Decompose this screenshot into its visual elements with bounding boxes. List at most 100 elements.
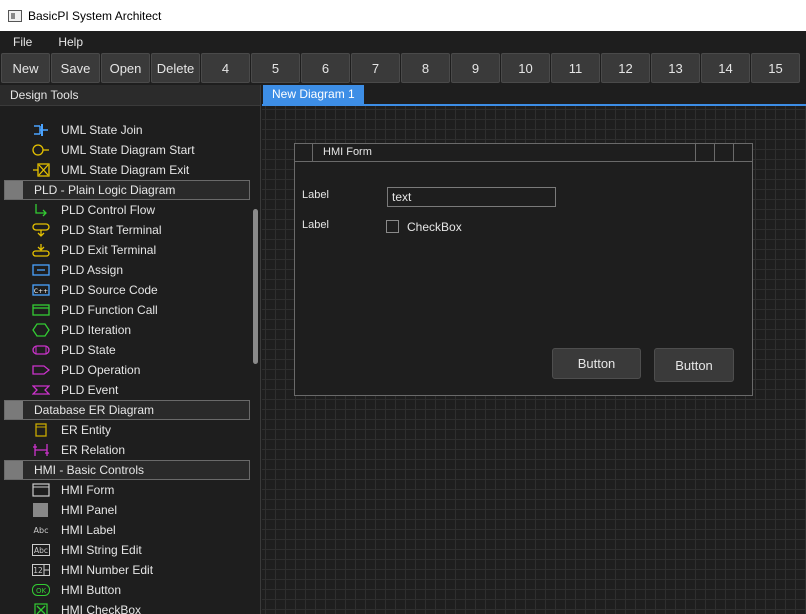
delete-button[interactable]: Delete	[151, 53, 200, 83]
tool-item[interactable]: PLD Function Call	[0, 300, 252, 320]
group-collapse-icon	[5, 181, 23, 199]
toolbar-button-8[interactable]: 8	[401, 53, 450, 83]
tool-item-label: ER Relation	[61, 443, 126, 457]
form-close-button[interactable]	[733, 144, 752, 161]
tool-item[interactable]: PLD Event	[0, 380, 252, 400]
tool-item[interactable]: Abc HMI String Edit	[0, 540, 252, 560]
tool-item-label: HMI String Edit	[61, 543, 142, 557]
tool-item[interactable]: HMI Form	[0, 480, 252, 500]
tool-item-label: HMI Number Edit	[61, 563, 154, 577]
tool-item-label: ER Entity	[61, 423, 112, 437]
pld-iteration-icon	[32, 323, 50, 337]
tool-item-label: UML State Diagram Exit	[61, 163, 190, 177]
tool-item[interactable]: PLD Exit Terminal	[0, 240, 252, 260]
form-button-1[interactable]: Button	[552, 348, 641, 379]
tool-item[interactable]: UML State Join	[0, 120, 252, 140]
form-text-field[interactable]: text	[387, 187, 556, 207]
tool-item[interactable]: ER Relation	[0, 440, 252, 460]
uml-state-join-icon	[32, 123, 50, 137]
design-tools-panel: UML State Join UML State Diagram Start UML…	[0, 85, 261, 614]
uml-state-start-icon	[32, 143, 50, 157]
toolbar-button-13[interactable]: 13	[651, 53, 700, 83]
form-checkbox-label: CheckBox	[407, 220, 462, 234]
tool-item[interactable]: 12 HMI Number Edit	[0, 560, 252, 580]
panel-header: Design Tools	[0, 85, 260, 106]
tool-item-label: PLD Exit Terminal	[61, 243, 157, 257]
tool-group-header[interactable]: Database ER Diagram	[4, 400, 250, 420]
open-button[interactable]: Open	[101, 53, 150, 83]
toolbar-button-9[interactable]: 9	[451, 53, 500, 83]
tool-item-label: PLD Iteration	[61, 323, 132, 337]
menu-bar: File Help	[0, 31, 806, 53]
tool-item[interactable]: HMI CheckBox	[0, 600, 252, 614]
tool-item-label: PLD State	[61, 343, 116, 357]
form-system-menu[interactable]	[295, 144, 313, 161]
menu-file[interactable]: File	[0, 35, 45, 49]
tool-item-label: UML State Join	[61, 123, 143, 137]
tool-group-header[interactable]: HMI - Basic Controls	[4, 460, 250, 480]
tool-list: UML State Join UML State Diagram Start UML…	[0, 120, 252, 614]
hmi-label-icon: Abc	[32, 523, 50, 537]
pld-state-icon	[32, 343, 50, 357]
svg-text:OK: OK	[36, 587, 47, 595]
tool-item-label: HMI Form	[61, 483, 115, 497]
er-entity-icon	[32, 423, 50, 437]
group-collapse-icon	[5, 461, 23, 479]
toolbar-button-11[interactable]: 11	[551, 53, 600, 83]
window-title: BasicPI System Architect	[28, 8, 162, 23]
form-checkbox[interactable]	[386, 220, 399, 233]
tool-item[interactable]: ER Entity	[0, 420, 252, 440]
tab-bar: New Diagram 1	[262, 85, 806, 106]
svg-text:12: 12	[33, 566, 43, 575]
tool-group-header[interactable]: PLD - Plain Logic Diagram	[4, 180, 250, 200]
tool-item[interactable]: PLD Iteration	[0, 320, 252, 340]
hmi-panel-icon	[32, 503, 50, 517]
form-titlebar[interactable]: HMI Form	[295, 144, 752, 162]
form-maximize-button[interactable]	[714, 144, 733, 161]
app-icon	[8, 9, 22, 22]
tab-new-diagram-1[interactable]: New Diagram 1	[263, 85, 364, 104]
tool-item[interactable]: HMI Panel	[0, 500, 252, 520]
new-button[interactable]: New	[1, 53, 50, 83]
pld-control-flow-icon	[32, 203, 50, 217]
menu-help[interactable]: Help	[45, 35, 96, 49]
pld-event-icon	[32, 383, 50, 397]
uml-state-exit-icon	[32, 163, 50, 177]
tool-item-label: HMI CheckBox	[61, 603, 142, 614]
save-button[interactable]: Save	[51, 53, 100, 83]
tool-item[interactable]: UML State Diagram Exit	[0, 160, 252, 180]
tool-item-label: PLD Control Flow	[61, 203, 156, 217]
toolbar-button-5[interactable]: 5	[251, 53, 300, 83]
tool-item[interactable]: PLD State	[0, 340, 252, 360]
toolbar-button-10[interactable]: 10	[501, 53, 550, 83]
tool-item[interactable]: PLD Control Flow	[0, 200, 252, 220]
tool-item[interactable]: Abc HMI Label	[0, 520, 252, 540]
tool-item[interactable]: PLD Start Terminal	[0, 220, 252, 240]
hmi-form-widget[interactable]: HMI Form Label text Label CheckBox Butto…	[294, 143, 753, 396]
toolbar-button-6[interactable]: 6	[301, 53, 350, 83]
toolbar-button-14[interactable]: 14	[701, 53, 750, 83]
tool-item-label: HMI Button	[61, 583, 122, 597]
toolbar-button-15[interactable]: 15	[751, 53, 800, 83]
tool-item[interactable]: PLD Operation	[0, 360, 252, 380]
toolbar-button-7[interactable]: 7	[351, 53, 400, 83]
svg-text:Abc: Abc	[34, 546, 48, 555]
hmi-string-edit-icon: Abc	[32, 543, 50, 557]
tool-list-scrollbar[interactable]	[253, 209, 258, 364]
title-bar: BasicPI System Architect	[0, 0, 806, 31]
toolbar-button-4[interactable]: 4	[201, 53, 250, 83]
tool-item[interactable]: OK HMI Button	[0, 580, 252, 600]
tool-item[interactable]: PLD Assign	[0, 260, 252, 280]
hmi-form-icon	[32, 483, 50, 497]
form-minimize-button[interactable]	[695, 144, 714, 161]
tool-item-label: HMI Label	[61, 523, 116, 537]
hmi-number-edit-icon: 12	[32, 563, 50, 577]
tool-item-label: PLD Event	[61, 383, 119, 397]
tool-item-label: PLD Assign	[61, 263, 124, 277]
form-button-2[interactable]: Button	[654, 348, 734, 382]
tool-item[interactable]: C++ PLD Source Code	[0, 280, 252, 300]
toolbar-button-12[interactable]: 12	[601, 53, 650, 83]
tool-item-label: HMI Panel	[61, 503, 118, 517]
form-title: HMI Form	[323, 146, 372, 158]
tool-item[interactable]: UML State Diagram Start	[0, 140, 252, 160]
